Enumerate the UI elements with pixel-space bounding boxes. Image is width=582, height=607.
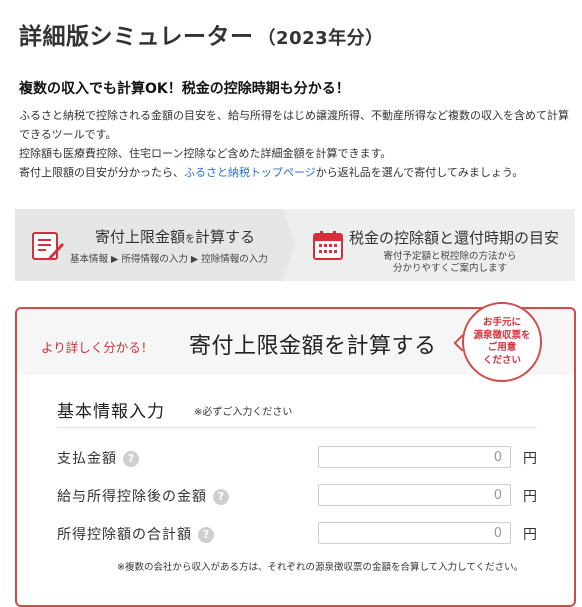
section-title: 基本情報入力 [57,402,165,422]
row-label: 給与所得控除後の金額? [57,486,229,506]
calculator-title: 寄付上限金額を計算する [189,334,437,359]
step2-sub-line-1: 寄付予定額と税控除の方法から [383,251,517,262]
intro-line-3-before: 寄付上限額の目安が分かったら、 [19,166,184,179]
row-label-text: 支払金額 [57,451,117,467]
bubble-line-1: お手元に [482,317,521,328]
deduction-total-input[interactable] [318,522,511,544]
section-note: ※必ずご入力ください [194,407,293,418]
headline: 複数の収入でも計算OK！税金の控除時期も分かる！ [19,81,350,97]
step1-title-b: 計算する [195,228,256,246]
salary-income-input[interactable] [318,484,511,506]
row-unit: 円 [523,527,537,543]
row-label: 支払金額? [57,448,139,468]
row-unit: 円 [523,451,537,467]
intro-line-3: 寄付上限額の目安が分かったら、ふるさと納税トップページから返礼品を選んで寄付して… [19,163,579,182]
payment-amount-input[interactable] [318,446,511,468]
footnote: ※複数の会社から収入がある方は、それぞれの源泉徴収票の金額を合算して入力してくだ… [117,562,524,573]
intro-line-3-after: から返礼品を選んで寄付してみましょう。 [315,166,524,179]
help-icon[interactable]: ? [123,451,139,467]
step1-title-small: を [185,234,196,245]
form-row-salary-income: 給与所得控除後の金額? 円 [57,484,547,508]
step-calc-limit-subtitle: 基本情報 ▶ 所得情報の入力 ▶ 控除情報の入力 [70,254,268,265]
bubble-line-3: ご用意 [487,342,517,353]
withholding-slip-bubble: お手元に 源泉徴収票を ご用意 ください [462,302,542,382]
step-navigation: 寄付上限金額を計算する 基本情報 ▶ 所得情報の入力 ▶ 控除情報の入力 税金の… [15,209,575,281]
page-title: 詳細版シミュレーター （2023年分） [19,17,384,51]
help-icon[interactable]: ? [213,489,229,505]
step1-title-a: 寄付上限金額 [95,228,186,246]
section-divider [57,427,537,428]
calculator-lead: より詳しく分かる！ [41,340,154,355]
step-deduction-title[interactable]: 税金の控除額と還付時期の目安 [349,227,559,248]
row-label-text: 所得控除額の合計額 [57,527,192,543]
step2-sub-line-2: 分かりやすくご案内します [392,263,507,274]
page-title-year: （2023年分） [257,28,384,49]
step-deduction-subtitle: 寄付予定額と税控除の方法から 分かりやすくご案内します [355,251,545,275]
intro-line-2: 控除額も医療費控除、住宅ローン控除など含めた詳細金額を計算できます。 [19,147,392,160]
step-calc-limit-title: 寄付上限金額を計算する [95,226,255,247]
row-label-text: 給与所得控除後の金額 [57,489,207,505]
row-unit: 円 [523,489,537,505]
bubble-line-2: 源泉徴収票を [473,329,531,341]
help-icon[interactable]: ? [198,527,214,543]
furusato-top-link[interactable]: ふるさと納税トップページ [184,166,316,179]
bubble-line-4: ください [482,354,521,366]
calculator-box: より詳しく分かる！ 寄付上限金額を計算する お手元に 源泉徴収票を ご用意 くだ… [15,302,576,607]
intro-text: ふるさと納税で控除される金額の目安を、給与所得をはじめ譲渡所得、不動産所得など複… [19,106,579,182]
calendar-icon [312,229,344,265]
intro-line-1: ふるさと納税で控除される金額の目安を、給与所得をはじめ譲渡所得、不動産所得など複… [19,109,569,141]
page-title-text: 詳細版シミュレーター [19,24,254,50]
form-row-deduction-total: 所得控除額の合計額? 円 [57,522,547,546]
form-row-payment: 支払金額? 円 [57,446,547,470]
row-label: 所得控除額の合計額? [57,524,214,544]
calculator-document-icon [31,230,65,266]
